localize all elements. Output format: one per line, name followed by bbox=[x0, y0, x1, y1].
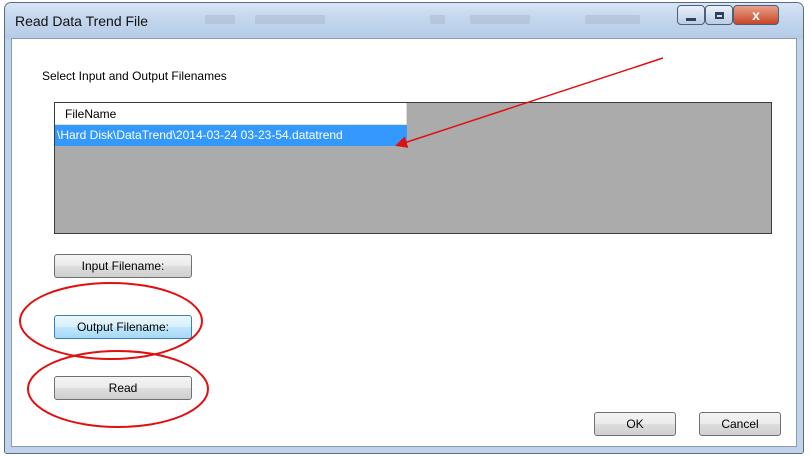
annotation-circle-read bbox=[27, 350, 209, 428]
annotation-circle-output bbox=[19, 282, 203, 360]
annotation-arrow bbox=[395, 57, 664, 148]
annotation-overlay bbox=[19, 57, 664, 428]
